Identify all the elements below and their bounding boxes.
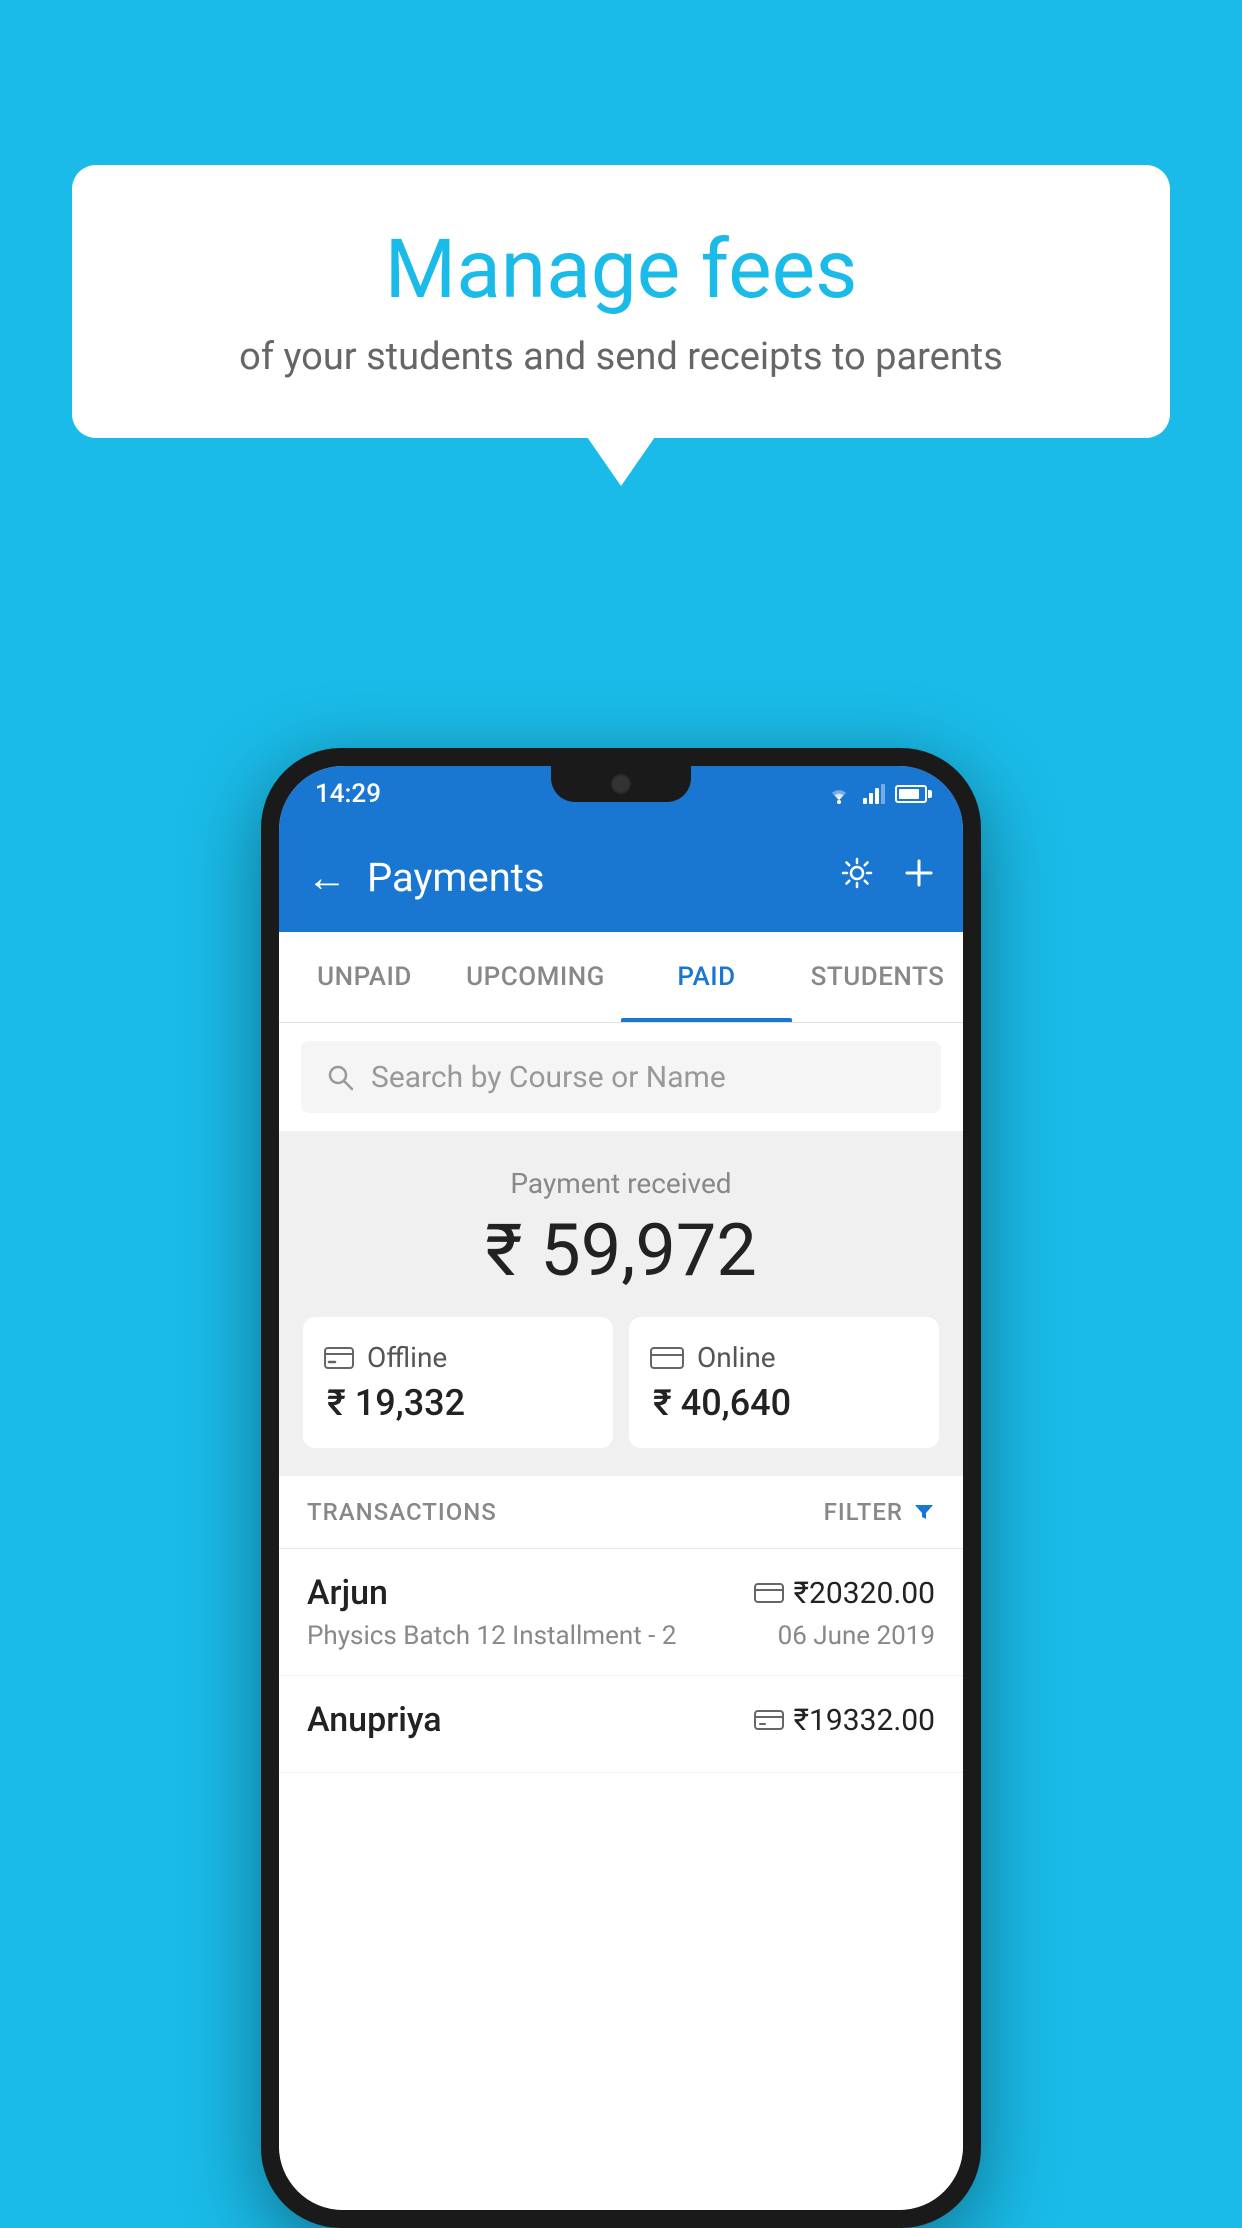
wifi-icon [825, 784, 853, 804]
phone-camera [611, 774, 631, 794]
online-card-header: Online [649, 1341, 776, 1374]
transaction-amount: ₹20320.00 [794, 1576, 935, 1611]
filter-label: FILTER [824, 1498, 903, 1526]
transactions-label: TRANSACTIONS [307, 1498, 497, 1526]
atm-icon [754, 1708, 784, 1732]
search-placeholder: Search by Course or Name [371, 1060, 726, 1095]
signal-icon [863, 784, 885, 804]
online-label: Online [697, 1341, 776, 1374]
online-icon [649, 1344, 685, 1372]
search-box[interactable]: Search by Course or Name [301, 1041, 941, 1113]
phone-notch [551, 766, 691, 802]
transaction-bottom: Physics Batch 12 Installment - 2 06 June… [307, 1621, 935, 1651]
status-icons [825, 784, 927, 804]
online-card: Online ₹ 40,640 [629, 1317, 939, 1448]
transaction-desc: Physics Batch 12 Installment - 2 [307, 1621, 676, 1651]
speech-bubble: Manage fees of your students and send re… [72, 165, 1170, 438]
transaction-amount-wrapper: ₹20320.00 [754, 1576, 935, 1611]
payment-cards: Offline ₹ 19,332 Online ₹ 40,640 [303, 1317, 939, 1448]
tab-unpaid[interactable]: UNPAID [279, 932, 450, 1022]
tabs-bar: UNPAID UPCOMING PAID STUDENTS [279, 932, 963, 1023]
battery-icon [895, 785, 927, 803]
filter-icon [913, 1501, 935, 1523]
payment-received-label: Payment received [303, 1167, 939, 1200]
header-actions [839, 855, 935, 900]
phone-screen: 14:29 [279, 766, 963, 2210]
tab-upcoming[interactable]: UPCOMING [450, 932, 621, 1022]
search-container: Search by Course or Name [279, 1023, 963, 1131]
offline-label: Offline [367, 1341, 447, 1374]
search-icon [325, 1062, 355, 1092]
offline-card-header: Offline [323, 1341, 447, 1374]
transaction-amount: ₹19332.00 [794, 1703, 935, 1738]
transaction-list: Arjun ₹20320.00 Physics Batch 12 Install… [279, 1549, 963, 2210]
tab-paid[interactable]: PAID [621, 932, 792, 1022]
gear-button[interactable] [839, 855, 875, 900]
header-title: Payments [367, 854, 839, 901]
transaction-date: 06 June 2019 [778, 1621, 935, 1651]
transaction-top: Anupriya ₹19332.00 [307, 1700, 935, 1740]
transactions-header: TRANSACTIONS FILTER [279, 1476, 963, 1549]
tab-students[interactable]: STUDENTS [792, 932, 963, 1022]
transaction-name: Arjun [307, 1573, 388, 1613]
transaction-row[interactable]: Anupriya ₹19332.00 [279, 1676, 963, 1773]
filter-button[interactable]: FILTER [824, 1498, 935, 1526]
status-time: 14:29 [315, 779, 381, 809]
transaction-name: Anupriya [307, 1700, 442, 1740]
transaction-amount-wrapper: ₹19332.00 [754, 1703, 935, 1738]
transaction-row[interactable]: Arjun ₹20320.00 Physics Batch 12 Install… [279, 1549, 963, 1676]
plus-icon [903, 857, 935, 889]
phone-frame: 14:29 [261, 748, 981, 2228]
offline-card: Offline ₹ 19,332 [303, 1317, 613, 1448]
back-button[interactable]: ← [307, 854, 347, 901]
speech-bubble-container: Manage fees of your students and send re… [72, 165, 1170, 438]
card-payment-icon [754, 1581, 784, 1605]
offline-amount: ₹ 19,332 [323, 1382, 465, 1424]
bubble-subtitle: of your students and send receipts to pa… [132, 333, 1110, 382]
online-amount: ₹ 40,640 [649, 1382, 791, 1424]
gear-icon [839, 855, 875, 891]
bubble-title: Manage fees [132, 225, 1110, 315]
payment-summary: Payment received ₹ 59,972 Offline ₹ 19,3… [279, 1131, 963, 1476]
offline-icon [323, 1344, 355, 1372]
payment-amount: ₹ 59,972 [303, 1208, 939, 1293]
transaction-top: Arjun ₹20320.00 [307, 1573, 935, 1613]
app-header: ← Payments [279, 822, 963, 932]
plus-button[interactable] [903, 856, 935, 898]
